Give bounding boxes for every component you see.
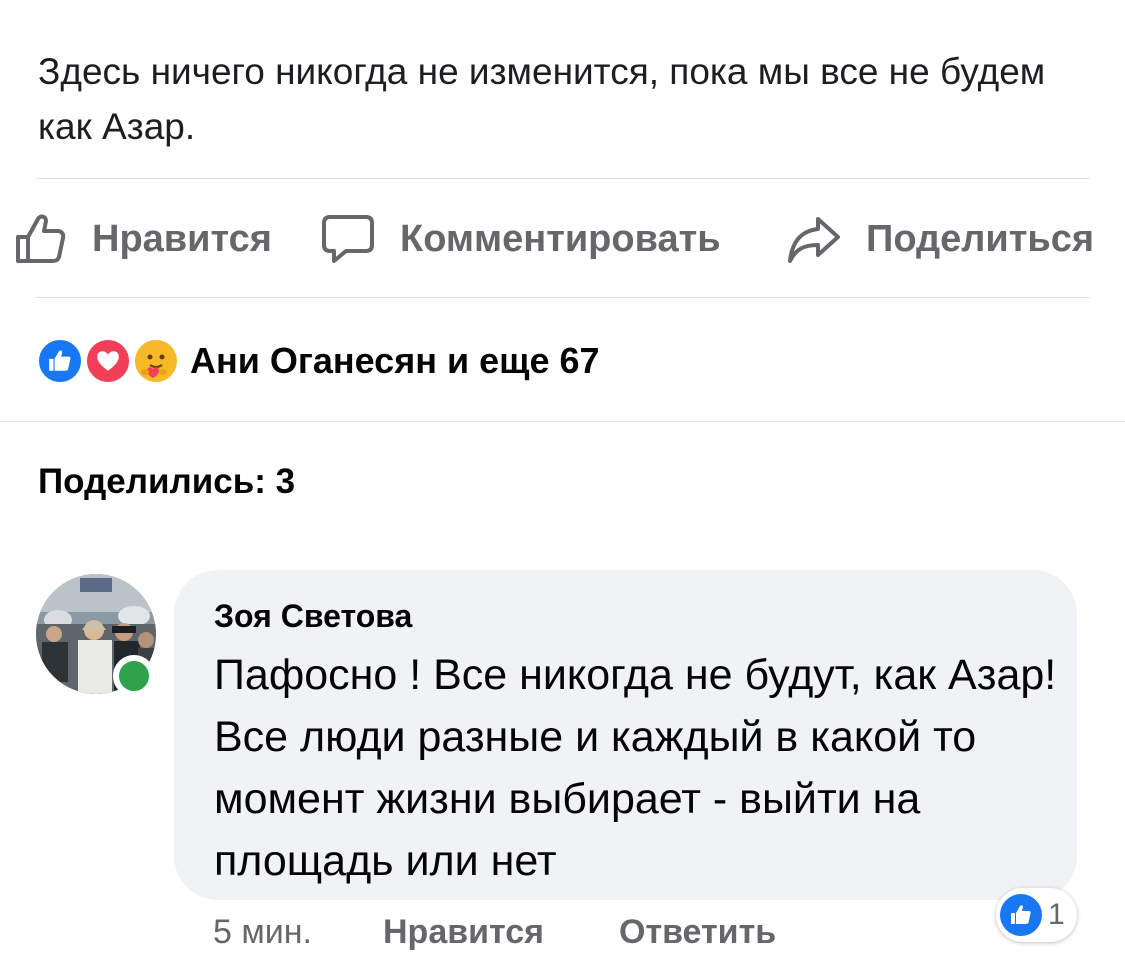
reactions-summary-text: Ани Оганесян и еще 67	[190, 340, 600, 381]
thumbs-up-icon	[12, 211, 68, 267]
like-reaction-icon	[36, 337, 84, 385]
comment-bubble-icon	[320, 211, 376, 267]
like-button-label: Нравится	[92, 217, 272, 260]
comment-meta: 5 мин. Нравится Ответить	[213, 908, 776, 956]
comment-like-button[interactable]: Нравится	[383, 913, 619, 952]
shares-count[interactable]: Поделились: 3	[38, 462, 295, 502]
comment-timestamp[interactable]: 5 мин.	[213, 913, 383, 952]
divider	[36, 178, 1090, 179]
comment-text: Пафосно ! Все никогда не будут, как Азар…	[214, 651, 1057, 885]
comment-reaction-number: 1	[1048, 898, 1065, 931]
divider	[36, 297, 1090, 298]
section-divider	[0, 421, 1125, 422]
share-arrow-icon	[786, 211, 842, 267]
comment-reply-button[interactable]: Ответить	[619, 913, 776, 952]
care-reaction-icon	[132, 337, 180, 385]
post-text: Здесь ничего никогда не изменится, пока …	[38, 51, 1046, 147]
love-reaction-icon	[84, 337, 132, 385]
comment-button[interactable]: Комментировать	[320, 206, 721, 272]
online-status-dot	[113, 655, 155, 697]
share-button-label: Поделиться	[866, 217, 1095, 260]
reactions-summary[interactable]: Ани Оганесян и еще 67	[36, 334, 600, 388]
comment-reaction-count[interactable]: 1	[996, 888, 1077, 942]
comment-button-label: Комментировать	[400, 217, 721, 260]
like-reaction-icon	[1000, 894, 1042, 936]
share-button[interactable]: Поделиться	[786, 206, 1094, 272]
reaction-icons	[36, 334, 184, 388]
comment-author[interactable]: Зоя Светова	[214, 598, 412, 635]
comment-bubble: Зоя Светова Пафосно ! Все никогда не буд…	[174, 570, 1077, 900]
post-action-bar: Нравится Комментировать Поделиться	[0, 206, 1125, 272]
like-button[interactable]: Нравится	[12, 206, 272, 272]
